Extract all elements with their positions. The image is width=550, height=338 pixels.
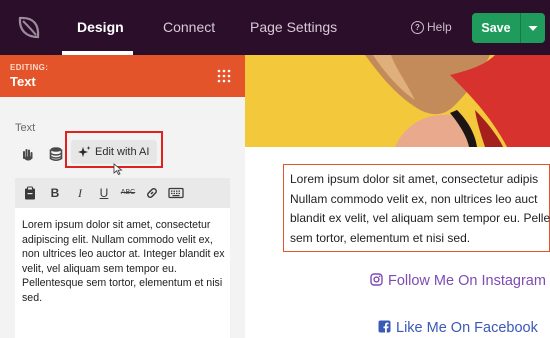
save-button-group: Save <box>472 13 545 43</box>
paste-icon[interactable] <box>23 186 37 200</box>
save-button[interactable]: Save <box>472 13 520 43</box>
sparkle-icon <box>78 146 91 157</box>
link-icon[interactable] <box>145 186 159 200</box>
preview-text-block[interactable]: Lorem ipsum dolor sit amet, consectetur … <box>290 170 550 248</box>
strikethrough-button[interactable]: ABC <box>119 186 137 200</box>
facebook-link[interactable]: Like Me On Facebook <box>378 320 538 336</box>
database-icon[interactable] <box>49 146 63 162</box>
tab-connect[interactable]: Connect <box>163 0 215 55</box>
help-label: Help <box>427 20 452 34</box>
tab-design[interactable]: Design <box>77 0 124 55</box>
instagram-link[interactable]: Follow Me On Instagram <box>370 273 546 289</box>
edit-with-ai-button[interactable]: Edit with AI <box>71 140 157 164</box>
top-navigation-bar: Design Connect Page Settings ? Help Save <box>0 0 550 55</box>
preview-text-line: Lorem ipsum dolor sit amet, consectetur … <box>290 172 539 186</box>
preview-text-line: sem tortor, elementum et nisi sed. <box>290 230 471 245</box>
facebook-icon <box>378 320 391 333</box>
editing-label: EDITING: <box>10 63 49 72</box>
instagram-icon <box>370 273 383 286</box>
mouse-cursor-icon <box>113 163 123 175</box>
underline-button[interactable]: U <box>97 186 111 200</box>
instagram-label: Follow Me On Instagram <box>388 273 546 289</box>
italic-button[interactable]: I <box>73 186 87 200</box>
hand-wave-icon[interactable] <box>20 146 36 162</box>
edit-with-ai-label: Edit with AI <box>95 146 150 158</box>
text-formatting-toolbar: B I U ABC <box>15 178 230 208</box>
save-options-dropdown[interactable] <box>521 13 545 43</box>
seedprod-logo-icon <box>18 16 40 39</box>
keyboard-icon[interactable] <box>168 186 184 200</box>
bold-button[interactable]: B <box>48 186 62 200</box>
preview-text-line: Nullam commodo velit ex, non ultrices le… <box>290 191 538 206</box>
caret-down-icon <box>528 26 538 31</box>
editor-content[interactable]: Lorem ipsum dolor sit amet, consectetur … <box>22 218 227 305</box>
hero-image <box>245 55 550 147</box>
help-link[interactable]: ? Help <box>411 0 452 55</box>
preview-text-line: blandit ex velit, vel aliquam sem tempor… <box>290 211 550 225</box>
panel-header: EDITING: Text <box>0 55 245 97</box>
hero-photo-woman-icon <box>245 55 550 147</box>
section-label-text: Text <box>15 122 36 134</box>
panel-title: Text <box>10 74 36 89</box>
facebook-label: Like Me On Facebook <box>396 320 538 336</box>
help-circle-icon: ? <box>411 21 424 34</box>
grid-dots-icon[interactable] <box>216 68 232 84</box>
tab-page-settings[interactable]: Page Settings <box>250 0 337 55</box>
text-editor-area[interactable]: Lorem ipsum dolor sit amet, consectetur … <box>15 208 230 338</box>
